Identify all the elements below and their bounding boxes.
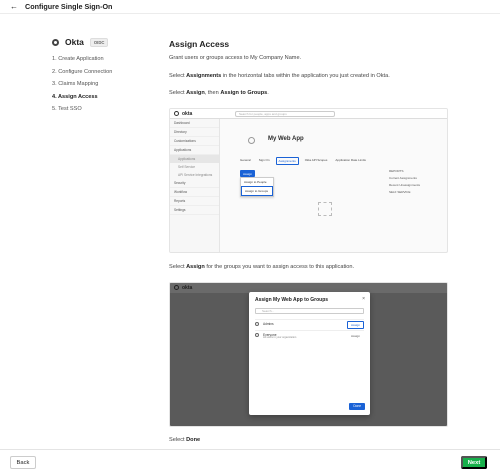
- provider-name: Okta: [65, 37, 84, 47]
- close-icon: ×: [362, 295, 365, 302]
- instruction-step: Select Assign, then Assign to Groups.: [169, 90, 269, 97]
- modal-search: Search...: [255, 307, 364, 314]
- steps-sidebar: Okta OIDC 1. Create Application 2. Confi…: [52, 37, 162, 119]
- screenshot-search: Search for people, apps and groups: [235, 111, 335, 118]
- back-arrow-icon[interactable]: ←: [10, 2, 18, 11]
- page-title: Configure Single Sign-On: [25, 2, 113, 11]
- screenshot-tabs: General Sign On Assignments Okta API Sco…: [240, 157, 366, 166]
- setup-page: ← Configure Single Sign-On Okta OIDC 1. …: [0, 0, 500, 475]
- instruction-step: Select Assign for the groups you want to…: [169, 264, 355, 271]
- screenshot-side-panel: REPORTS Current Assignments Recent Unass…: [389, 169, 421, 195]
- okta-logo-icon: [174, 285, 179, 291]
- back-button[interactable]: Back: [10, 456, 36, 469]
- step-item[interactable]: 3. Claims Mapping: [52, 81, 162, 87]
- group-row: Everyone All users in your organization …: [255, 329, 364, 340]
- screenshot-assign-button: Assign: [240, 170, 256, 178]
- next-button[interactable]: Next: [461, 456, 487, 469]
- intro-text: Grant users or groups access to My Compa…: [169, 55, 302, 61]
- group-row: Admins Assign: [255, 318, 364, 330]
- main-content: Okta OIDC 1. Create Application 2. Confi…: [0, 15, 500, 449]
- group-icon: [255, 321, 259, 326]
- step-item-active[interactable]: 4. Assign Access: [52, 94, 162, 100]
- okta-logo-icon: [174, 111, 179, 117]
- step-item[interactable]: 1. Create Application: [52, 56, 162, 62]
- step-item[interactable]: 5. Test SSO: [52, 106, 162, 112]
- assign-groups-modal: Assign My Web App to Groups × Search... …: [249, 291, 370, 415]
- screenshot-main: My Web App General Sign On Assignments O…: [228, 124, 441, 252]
- screenshot-assign-menu: Assign to People Assign to Groups: [240, 177, 274, 198]
- app-icon: [248, 137, 255, 145]
- step-item[interactable]: 2. Configure Connection: [52, 69, 162, 75]
- modal-title: Assign My Web App to Groups: [255, 296, 329, 303]
- okta-assignments-screenshot: okta Search for people, apps and groups …: [169, 108, 448, 254]
- empty-state-icon: [318, 202, 332, 217]
- provider-brand: Okta OIDC: [52, 37, 162, 47]
- modal-done-button: Done: [349, 402, 365, 410]
- okta-logo-icon: [52, 38, 59, 46]
- footer-bar: Back Next: [0, 449, 500, 475]
- instruction-step: Select Assignments in the horizontal tab…: [169, 72, 390, 79]
- step-list: 1. Create Application 2. Configure Conne…: [52, 56, 162, 112]
- page-header: ← Configure Single Sign-On: [0, 0, 500, 14]
- screenshot-nav: Dashboard Directory Customizations Appli…: [170, 119, 220, 253]
- okta-assign-groups-screenshot: okta Assign My Web App to Groups × Searc…: [169, 281, 448, 427]
- instructions: Assign Access Grant users or groups acce…: [169, 39, 449, 449]
- section-title: Assign Access: [169, 39, 230, 49]
- group-icon: [255, 332, 259, 337]
- protocol-badge: OIDC: [89, 37, 109, 47]
- screenshot-app-title: My Web App: [268, 136, 304, 143]
- instruction-step: Select Done: [169, 436, 201, 443]
